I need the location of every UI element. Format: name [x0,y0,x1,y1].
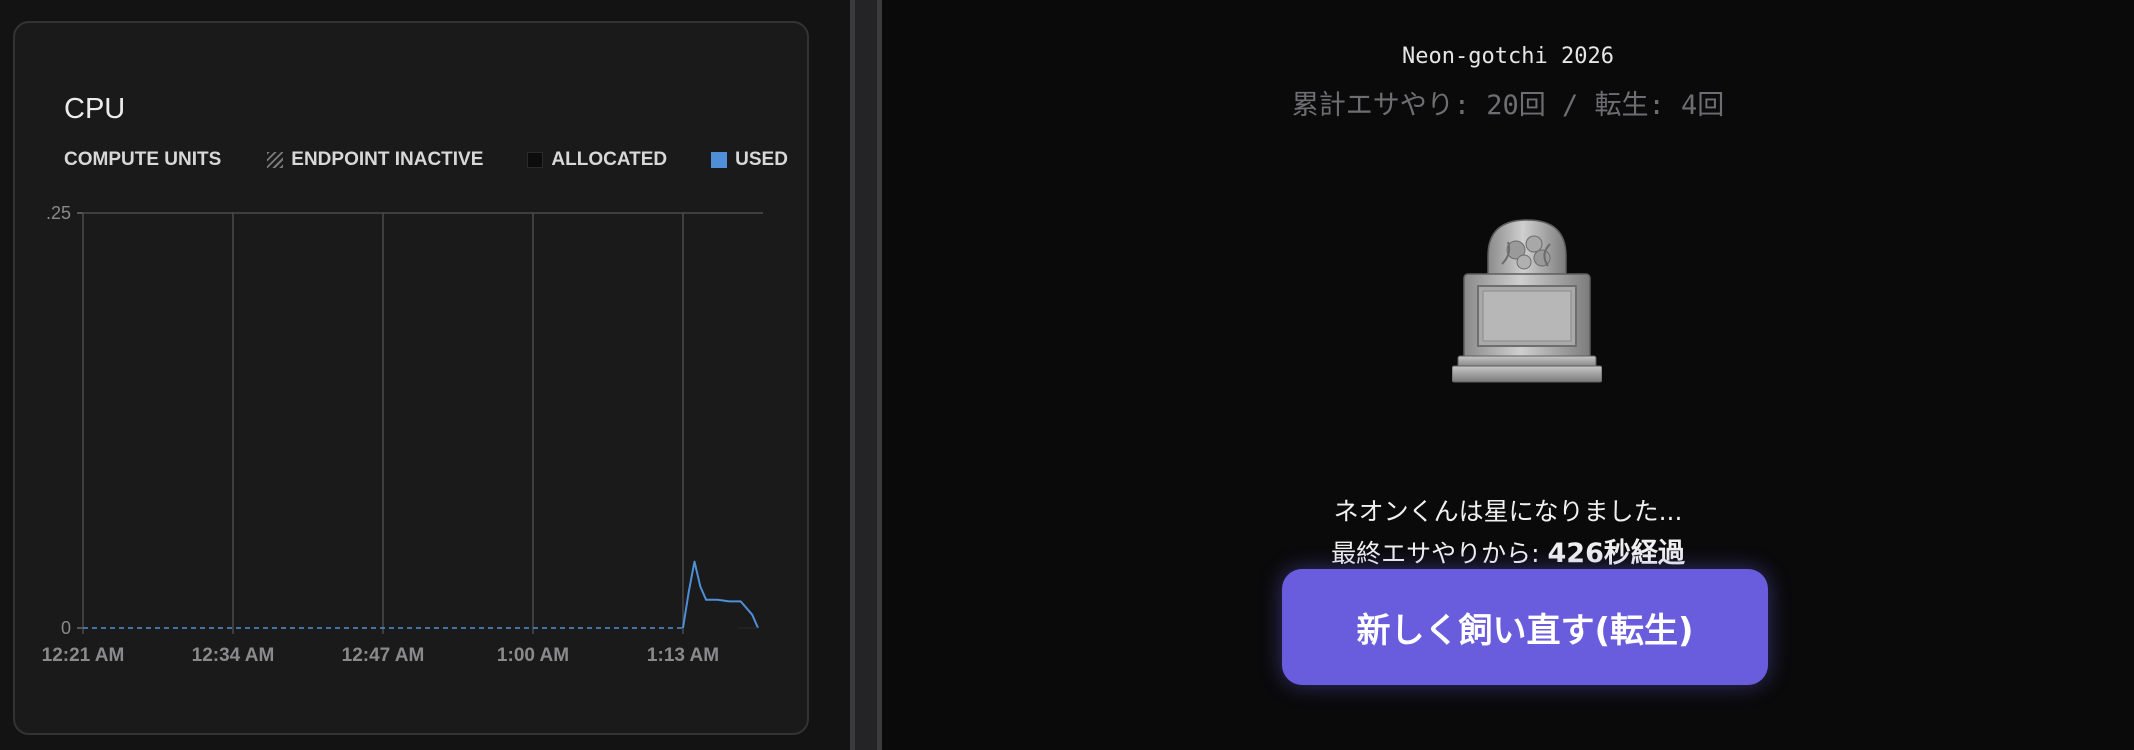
x-tick-label: 12:21 AM [42,645,125,666]
y-tick-label: 0 [61,618,71,638]
cpu-chart-card: CPU COMPUTE UNITS ENDPOINT INACTIVE ALLO… [13,21,809,735]
elapsed-since-feed: 最終エサやりから: 426秒経過 [882,531,2134,570]
game-stats: 累計エサやり: 20回 / 転生: 4回 [1291,90,1725,121]
death-message: ネオンくんは星になりました... [1333,497,1683,526]
x-tick-label: 12:47 AM [342,645,425,666]
elapsed-value: 426秒経過 [1547,538,1685,569]
game-pane: Neon-gotchi 2026 累計エサやり: 20回 / 転生: 4回 ネオ… [882,0,2134,750]
rebirth-button[interactable]: 新しく飼い直す(転生) [1282,569,1768,685]
pane-resize-handle[interactable] [855,0,877,750]
x-tick-label: 1:00 AM [497,645,569,666]
x-tick-label: 12:34 AM [192,645,275,666]
tombstone-icon [1452,219,1602,383]
game-title: Neon-gotchi 2026 [1402,44,1614,69]
elapsed-prefix: 最終エサやりから: [1331,539,1548,568]
y-tick-label: .25 [46,203,71,223]
used-series-line [682,560,759,629]
x-tick-label: 1:13 AM [647,645,719,666]
left-pane: CPU COMPUTE UNITS ENDPOINT INACTIVE ALLO… [0,0,850,750]
cpu-chart: .25 0 12:21 AM 12:34 AM 12:47 AM 1:00 AM 1:13 … [42,203,763,666]
